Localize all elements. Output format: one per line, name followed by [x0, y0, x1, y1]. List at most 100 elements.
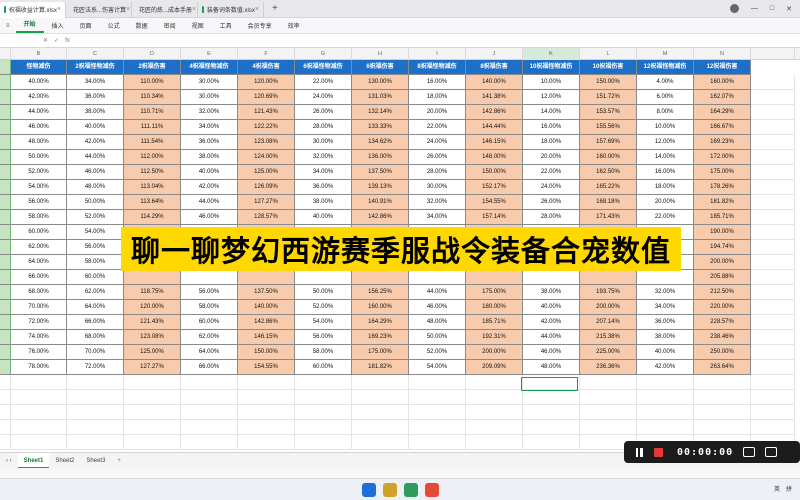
- table-cell[interactable]: 142.86%: [352, 210, 409, 225]
- empty-cell[interactable]: [238, 405, 295, 420]
- table-cell[interactable]: 127.27%: [238, 195, 295, 210]
- table-cell[interactable]: 34.00%: [181, 120, 238, 135]
- table-cell[interactable]: 137.50%: [352, 165, 409, 180]
- table-cell[interactable]: 66.00%: [11, 270, 67, 285]
- table-cell[interactable]: 144.44%: [466, 120, 523, 135]
- empty-cell[interactable]: [466, 405, 523, 420]
- empty-cell[interactable]: [751, 120, 795, 135]
- table-cell[interactable]: 225.00%: [580, 345, 637, 360]
- table-cell[interactable]: 165.22%: [580, 180, 637, 195]
- table-cell[interactable]: 16.00%: [637, 165, 694, 180]
- menu-icon[interactable]: ≡: [0, 23, 16, 29]
- table-cell[interactable]: 113.04%: [124, 180, 181, 195]
- empty-cell[interactable]: [352, 435, 409, 450]
- table-cell[interactable]: 38.00%: [637, 330, 694, 345]
- row-number[interactable]: [0, 225, 11, 240]
- empty-cell[interactable]: [751, 180, 795, 195]
- table-cell[interactable]: 209.09%: [466, 360, 523, 375]
- table-cell[interactable]: 28.00%: [295, 120, 352, 135]
- table-cell[interactable]: 60.00%: [181, 315, 238, 330]
- table-cell[interactable]: 54.00%: [11, 180, 67, 195]
- table-cell[interactable]: 112.50%: [124, 165, 181, 180]
- empty-cell[interactable]: [751, 285, 795, 300]
- table-cell[interactable]: 66.00%: [67, 315, 124, 330]
- column-header[interactable]: D: [124, 48, 181, 60]
- row-number[interactable]: [0, 195, 11, 210]
- table-cell[interactable]: 8.00%: [637, 105, 694, 120]
- empty-cell[interactable]: [751, 165, 795, 180]
- table-cell[interactable]: 50.00%: [295, 285, 352, 300]
- file-tab[interactable]: 祝福收益计算.xlsx ×: [0, 1, 66, 18]
- empty-cell[interactable]: [67, 405, 124, 420]
- empty-cell[interactable]: [11, 420, 67, 435]
- table-cell[interactable]: 26.00%: [409, 150, 466, 165]
- table-cell[interactable]: 62.00%: [67, 285, 124, 300]
- ime-mode[interactable]: 拼: [786, 484, 792, 493]
- table-cell[interactable]: 166.67%: [694, 120, 751, 135]
- file-tab[interactable]: 花匠的炼...成本手册 ×: [132, 1, 198, 18]
- row-number[interactable]: [0, 150, 11, 165]
- table-cell[interactable]: 136.00%: [352, 150, 409, 165]
- table-cell[interactable]: 130.00%: [352, 75, 409, 90]
- menu-item[interactable]: 页面: [72, 21, 100, 30]
- empty-cell[interactable]: [694, 390, 751, 405]
- table-cell[interactable]: 200.00%: [580, 300, 637, 315]
- column-header[interactable]: L: [580, 48, 637, 60]
- row-number[interactable]: [0, 360, 11, 375]
- selected-cell[interactable]: [521, 377, 578, 391]
- row-number[interactable]: [0, 240, 11, 255]
- cancel-icon[interactable]: ✕: [40, 37, 51, 44]
- table-cell[interactable]: 124.00%: [238, 150, 295, 165]
- empty-cell[interactable]: [409, 405, 466, 420]
- table-cell[interactable]: 40.00%: [181, 165, 238, 180]
- confirm-icon[interactable]: ✓: [51, 37, 62, 44]
- table-cell[interactable]: 34.00%: [295, 165, 352, 180]
- table-cell[interactable]: 38.00%: [523, 285, 580, 300]
- table-cell[interactable]: 58.00%: [295, 345, 352, 360]
- empty-cell[interactable]: [352, 375, 409, 390]
- table-cell[interactable]: 168.18%: [580, 195, 637, 210]
- empty-cell[interactable]: [181, 405, 238, 420]
- empty-cell[interactable]: [751, 300, 795, 315]
- table-cell[interactable]: 58.00%: [11, 210, 67, 225]
- table-cell[interactable]: 66.00%: [181, 360, 238, 375]
- table-cell[interactable]: 134.62%: [352, 135, 409, 150]
- table-cell[interactable]: 128.57%: [238, 210, 295, 225]
- close-icon[interactable]: ×: [255, 6, 259, 13]
- table-cell[interactable]: 64.00%: [11, 255, 67, 270]
- empty-cell[interactable]: [580, 420, 637, 435]
- table-cell[interactable]: 110.34%: [124, 90, 181, 105]
- table-cell[interactable]: 125.00%: [238, 165, 295, 180]
- table-cell[interactable]: 228.57%: [694, 315, 751, 330]
- table-cell[interactable]: 48.00%: [409, 315, 466, 330]
- menu-item[interactable]: 工具: [212, 21, 240, 30]
- table-cell[interactable]: 140.00%: [238, 300, 295, 315]
- empty-cell[interactable]: [580, 405, 637, 420]
- file-tab[interactable]: 花匠法系...伤害计算 ×: [66, 1, 132, 18]
- table-cell[interactable]: 123.08%: [238, 135, 295, 150]
- empty-cell[interactable]: [751, 225, 795, 240]
- table-cell[interactable]: 40.00%: [295, 210, 352, 225]
- table-cell[interactable]: 44.00%: [67, 150, 124, 165]
- row-number[interactable]: [0, 255, 11, 270]
- table-cell[interactable]: 28.00%: [523, 210, 580, 225]
- header-cell[interactable]: 12祝福怪物减伤: [637, 60, 694, 75]
- table-cell[interactable]: 46.00%: [523, 345, 580, 360]
- table-cell[interactable]: 44.00%: [409, 285, 466, 300]
- table-cell[interactable]: 200.00%: [466, 345, 523, 360]
- empty-cell[interactable]: [352, 390, 409, 405]
- row-number[interactable]: [0, 210, 11, 225]
- table-cell[interactable]: 162.07%: [694, 90, 751, 105]
- empty-cell[interactable]: [238, 390, 295, 405]
- table-cell[interactable]: 38.00%: [181, 150, 238, 165]
- table-cell[interactable]: 141.38%: [466, 90, 523, 105]
- column-header[interactable]: F: [238, 48, 295, 60]
- table-cell[interactable]: [238, 270, 295, 285]
- menu-item[interactable]: 数据: [128, 21, 156, 30]
- menu-item[interactable]: 视图: [184, 21, 212, 30]
- table-cell[interactable]: 30.00%: [181, 75, 238, 90]
- window-icon[interactable]: [765, 447, 778, 457]
- empty-cell[interactable]: [295, 420, 352, 435]
- table-cell[interactable]: 46.00%: [67, 165, 124, 180]
- table-cell[interactable]: 160.00%: [352, 300, 409, 315]
